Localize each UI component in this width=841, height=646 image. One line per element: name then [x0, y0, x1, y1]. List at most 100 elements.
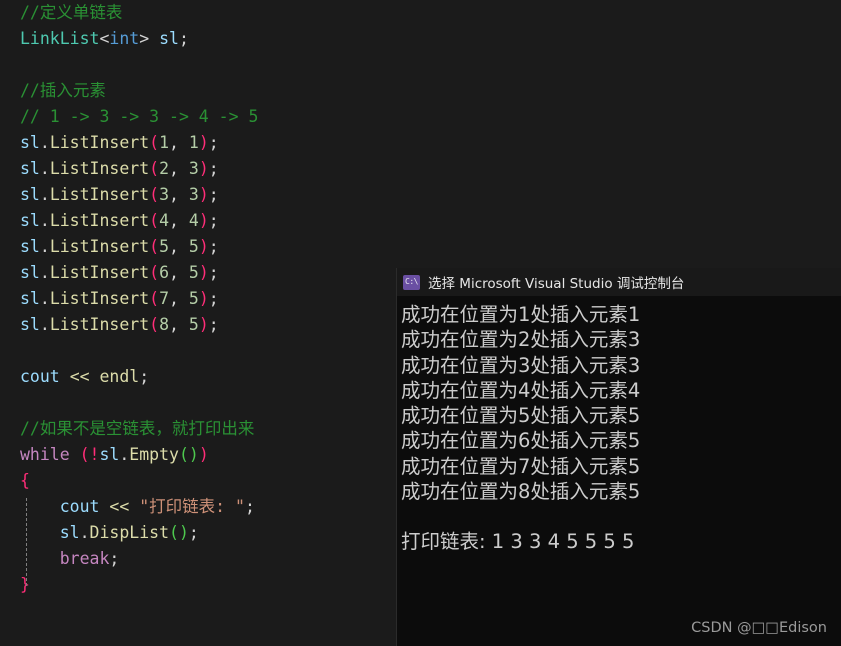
code-line: sl.ListInsert(2, 3);	[0, 156, 841, 182]
code-token: 5	[188, 263, 199, 282]
console-app-icon-label: C:\	[405, 277, 418, 286]
code-token: 8	[159, 315, 170, 334]
code-line: sl.ListInsert(4, 4);	[0, 208, 841, 234]
code-token: ,	[169, 211, 189, 230]
console-line: 成功在位置为4处插入元素4	[401, 378, 641, 402]
code-token: .	[39, 315, 50, 334]
code-token: ListInsert	[49, 211, 150, 230]
code-token: .	[39, 237, 50, 256]
code-token: {	[20, 471, 30, 490]
code-token: 1	[188, 133, 199, 152]
code-token: ListInsert	[49, 289, 150, 308]
console-lines-container: 成功在位置为1处插入元素1 成功在位置为2处插入元素3 成功在位置为3处插入元素3 成…	[401, 302, 841, 555]
code-token: cout	[20, 497, 100, 516]
code-token: 4	[159, 211, 170, 230]
code-token: ,	[169, 289, 189, 308]
code-token: ListInsert	[49, 159, 150, 178]
code-token: 2	[159, 159, 170, 178]
code-token: ;	[208, 133, 219, 152]
code-token: (	[178, 445, 189, 464]
code-token: .	[39, 289, 50, 308]
code-line: sl.ListInsert(5, 5);	[0, 234, 841, 260]
screenshot-root: //定义单链表 LinkList<int> sl; //插入元素 // 1 -> 3…	[0, 0, 841, 646]
code-token: <<	[69, 367, 90, 386]
console-output-area[interactable]: 成功在位置为1处插入元素1 成功在位置为2处插入元素3 成功在位置为3处插入元素3 成…	[397, 296, 841, 646]
code-token: .	[39, 159, 50, 178]
code-token: ;	[208, 237, 219, 256]
code-token: ;	[208, 211, 219, 230]
code-token: sl	[20, 523, 80, 542]
code-token: <	[99, 29, 110, 48]
code-token: ;	[208, 263, 219, 282]
code-token: Empty	[129, 445, 179, 464]
code-token: ListInsert	[49, 185, 150, 204]
console-line: 成功在位置为8处插入元素5	[401, 480, 641, 504]
code-token: 1	[159, 133, 170, 152]
code-line: LinkList<int> sl;	[0, 26, 841, 52]
code-token: (	[149, 237, 160, 256]
code-token: )	[198, 185, 209, 204]
code-token: ,	[169, 133, 189, 152]
code-token: 3	[188, 159, 199, 178]
code-token: //定义单链表	[20, 3, 123, 22]
code-token: 4	[188, 211, 199, 230]
code-token: sl	[20, 159, 40, 178]
code-token: ;	[208, 159, 219, 178]
code-token: ;	[109, 549, 120, 568]
code-token: ,	[169, 159, 189, 178]
code-token: sl	[20, 211, 40, 230]
code-token: )	[198, 289, 209, 308]
code-token: <<	[109, 497, 130, 516]
code-token: (	[149, 211, 160, 230]
code-token: 6	[159, 263, 170, 282]
code-token: (	[169, 523, 179, 542]
code-token: ;	[244, 497, 255, 516]
code-token: (	[79, 445, 90, 464]
code-token: sl	[20, 289, 40, 308]
console-window[interactable]: C:\ 选择 Microsoft Visual Studio 调试控制台 成功在…	[396, 268, 841, 646]
code-token: ,	[169, 315, 189, 334]
console-line: 成功在位置为3处插入元素3	[401, 353, 641, 377]
code-token: (	[149, 263, 160, 282]
code-token: DispList	[89, 523, 170, 542]
console-line: 成功在位置为5处插入元素5	[401, 404, 641, 428]
code-token: ListInsert	[49, 133, 150, 152]
code-token: ,	[169, 263, 189, 282]
code-token: ListInsert	[49, 315, 150, 334]
code-token: sl	[99, 445, 120, 464]
csdn-watermark: CSDN @□□Edison	[691, 620, 827, 636]
code-token: (	[149, 289, 160, 308]
code-token: //插入元素	[20, 81, 106, 100]
code-token: .	[39, 263, 50, 282]
code-token: ;	[188, 523, 199, 542]
code-token: (	[149, 185, 160, 204]
console-line: 成功在位置为7处插入元素5	[401, 454, 641, 478]
code-token: ;	[208, 185, 219, 204]
console-titlebar[interactable]: C:\ 选择 Microsoft Visual Studio 调试控制台	[397, 268, 841, 296]
code-token: ;	[178, 29, 189, 48]
indent-guide	[26, 498, 27, 586]
code-token: )	[188, 445, 199, 464]
code-token: sl	[20, 315, 40, 334]
code-token: )	[198, 315, 209, 334]
code-token: )	[198, 237, 209, 256]
console-title-text: 选择 Microsoft Visual Studio 调试控制台	[428, 276, 685, 292]
console-line: 打印链表: 1 3 3 4 5 5 5 5	[401, 530, 635, 554]
code-token: 5	[188, 315, 199, 334]
code-token: 3	[159, 185, 170, 204]
code-token: 5	[159, 237, 170, 256]
code-line: //定义单链表	[0, 0, 841, 26]
code-token: )	[198, 159, 209, 178]
code-token: sl	[20, 185, 40, 204]
code-token: .	[79, 523, 90, 542]
code-token: sl	[20, 263, 40, 282]
code-token: ListInsert	[49, 237, 150, 256]
code-token: ;	[139, 367, 150, 386]
code-token: break	[20, 549, 110, 568]
